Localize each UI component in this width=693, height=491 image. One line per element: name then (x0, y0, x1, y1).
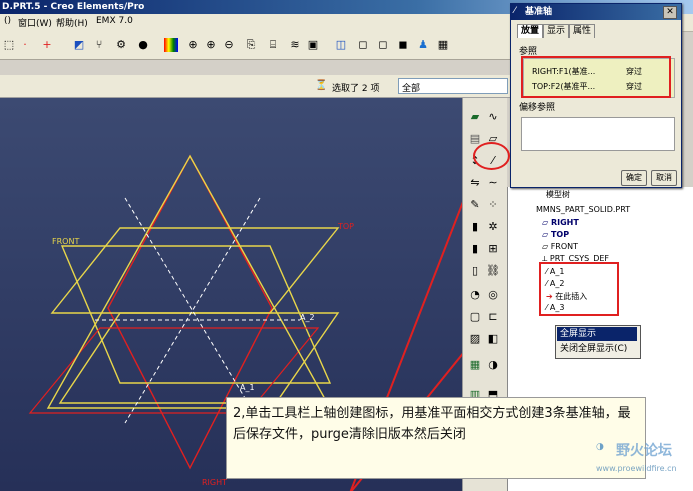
plane-icon: ▱ (542, 218, 551, 227)
saved-view-icon[interactable]: ⌸ (266, 38, 280, 52)
rib-icon[interactable]: ⊏ (485, 310, 501, 324)
annotation-box: 2,单击工具栏上轴创建图标，用基准平面相交方式创建3条基准轴，最后保存文件，pu… (226, 397, 646, 479)
highlight-axes-box (539, 262, 619, 316)
tree-item-root: MMNS_PART_SOLID.PRT (536, 205, 631, 214)
watermark-brand: 野火论坛 (616, 443, 672, 459)
draft-icon[interactable]: ▨ (467, 332, 483, 346)
label-a1: A_1 (240, 383, 255, 392)
sketch-icon[interactable]: ◩ (72, 38, 86, 52)
filter-dropdown[interactable]: 全部 (398, 78, 508, 94)
network-icon[interactable]: ⑂ (92, 38, 106, 52)
wireframe-icon[interactable]: ◫ (334, 38, 348, 52)
label-front: FRONT (52, 237, 80, 246)
label-top: TOP (338, 222, 355, 231)
plane-icon: ▱ (542, 230, 551, 239)
feature-icon-c[interactable]: ▯ (467, 264, 483, 278)
point-icon[interactable]: · (18, 38, 32, 52)
menu-item-emx[interactable]: EMX 7.0 (96, 16, 133, 26)
extrude-icon[interactable]: ◧ (485, 332, 501, 346)
csys-icon[interactable]: + (40, 38, 54, 52)
tree-row-top[interactable]: ▱ TOP (542, 230, 569, 239)
mirror-icon[interactable]: ⇋ (467, 176, 483, 190)
zoom-out-icon[interactable]: ⊖ (222, 38, 236, 52)
yellow-plane-3 (58, 312, 340, 404)
offset-ref-label: 偏移参照 (519, 103, 556, 113)
csys-tool-icon[interactable]: ✲ (485, 220, 501, 234)
reorient-icon[interactable]: ⎘ (244, 38, 258, 52)
highlight-axis-tool (473, 142, 510, 170)
shade-sphere-icon[interactable]: ● (136, 38, 150, 52)
selection-count: 选取了 2 项 (332, 84, 380, 94)
pencil-icon[interactable]: ✎ (467, 198, 483, 212)
triangle-up (46, 154, 332, 409)
filter-bar: ⏳ 选取了 2 项 全部 (0, 75, 510, 98)
dialog-title: 基准轴 (511, 4, 681, 20)
model-tree-header: 模型树 (546, 190, 570, 199)
analysis-icon[interactable]: ⊞ (485, 242, 501, 256)
menu-item-0[interactable]: () (4, 16, 11, 26)
enhanced-realism-icon[interactable]: ♟ (416, 38, 430, 52)
shading-icon[interactable]: ◼ (396, 38, 410, 52)
curve-icon[interactable]: ∼ (485, 176, 501, 190)
top-plane (50, 227, 340, 314)
revolve-icon[interactable]: ◑ (485, 358, 501, 372)
tree-row-front[interactable]: ▱ FRONT (542, 242, 578, 251)
tab-display[interactable]: 显示 (543, 24, 570, 38)
view-manager-icon[interactable]: ▣ (306, 38, 320, 52)
tab-placement[interactable]: 放置 (517, 24, 544, 38)
shell-icon[interactable]: ▢ (467, 310, 483, 324)
status-icon: ⏳ (315, 80, 328, 91)
select-box-icon[interactable]: ⬚ (2, 38, 16, 52)
pattern-icon[interactable]: ▦ (467, 358, 483, 372)
tree-row-root[interactable]: MMNS_PART_SOLID.PRT (536, 205, 630, 215)
tree-item-top: TOP (550, 230, 570, 239)
offset-ref-list[interactable] (521, 117, 675, 151)
layer-icon[interactable]: ≋ (288, 38, 302, 52)
filter-dropdown-value: 全部 (402, 84, 421, 94)
menu-exit-fullscreen[interactable]: 关闭全屏显示(C) (557, 342, 637, 356)
tree-item-front: FRONT (550, 242, 579, 251)
hole-icon[interactable]: ◎ (485, 288, 501, 302)
round-icon[interactable]: ◔ (467, 288, 483, 302)
menu-item-window[interactable]: 窗口(W) (18, 16, 52, 29)
no-hidden-icon[interactable]: ◻ (376, 38, 390, 52)
sketch-curve-icon[interactable]: ∿ (485, 110, 501, 124)
menu-fullscreen[interactable]: 全屏显示 (557, 327, 637, 341)
hidden-line-icon[interactable]: ◻ (356, 38, 370, 52)
axis-title-icon: ⁄ (514, 6, 516, 16)
datum-axis-dialog: 基准轴 ⁄ ✕ 放置 显示 属性 参照 RIGHT:F1(基准... 穿过 TO… (510, 3, 682, 188)
tree-row-right[interactable]: ▱ RIGHT (542, 218, 579, 227)
watermark-url: www.proewildfire.cn (596, 464, 677, 473)
feature-icon-b[interactable]: ▮ (467, 242, 483, 256)
watermark: ◑ 野火论坛 www.proewildfire.cn (596, 440, 692, 490)
gear-icon[interactable]: ⚙ (114, 38, 128, 52)
chain-icon[interactable]: ⛓ (485, 264, 501, 278)
label-a2: A_2 (300, 313, 315, 322)
point-set-icon[interactable]: ⁘ (485, 198, 501, 212)
close-icon[interactable]: ✕ (663, 6, 677, 19)
tab-properties[interactable]: 属性 (569, 24, 596, 38)
datum-plane-icon[interactable]: ▰ (467, 110, 483, 124)
context-menu: 全屏显示 关闭全屏显示(C) (555, 325, 641, 359)
main-toolbar: ⬚ · + ◩ ⑂ ⚙ ● ⊕ ⊕ ⊖ ⎘ ⌸ ≋ ▣ ◫ ◻ ◻ ◼ ♟ ▦ (0, 31, 510, 60)
cancel-button[interactable]: 取消 (651, 170, 677, 186)
label-right: RIGHT (202, 478, 228, 487)
plane-icon: ▱ (542, 242, 551, 251)
display-style-icon[interactable]: ▦ (436, 38, 450, 52)
ok-button[interactable]: 确定 (621, 170, 647, 186)
highlight-refs-box (521, 56, 671, 98)
menu-item-help[interactable]: 帮助(H) (56, 16, 88, 29)
feature-icon-a[interactable]: ▮ (467, 220, 483, 234)
zoom-fit-icon[interactable]: ⊕ (186, 38, 200, 52)
watermark-logo-icon: ◑ (596, 442, 604, 452)
tree-item-right: RIGHT (550, 218, 579, 227)
zoom-in-icon[interactable]: ⊕ (204, 38, 218, 52)
color-palette-icon[interactable] (164, 38, 178, 52)
